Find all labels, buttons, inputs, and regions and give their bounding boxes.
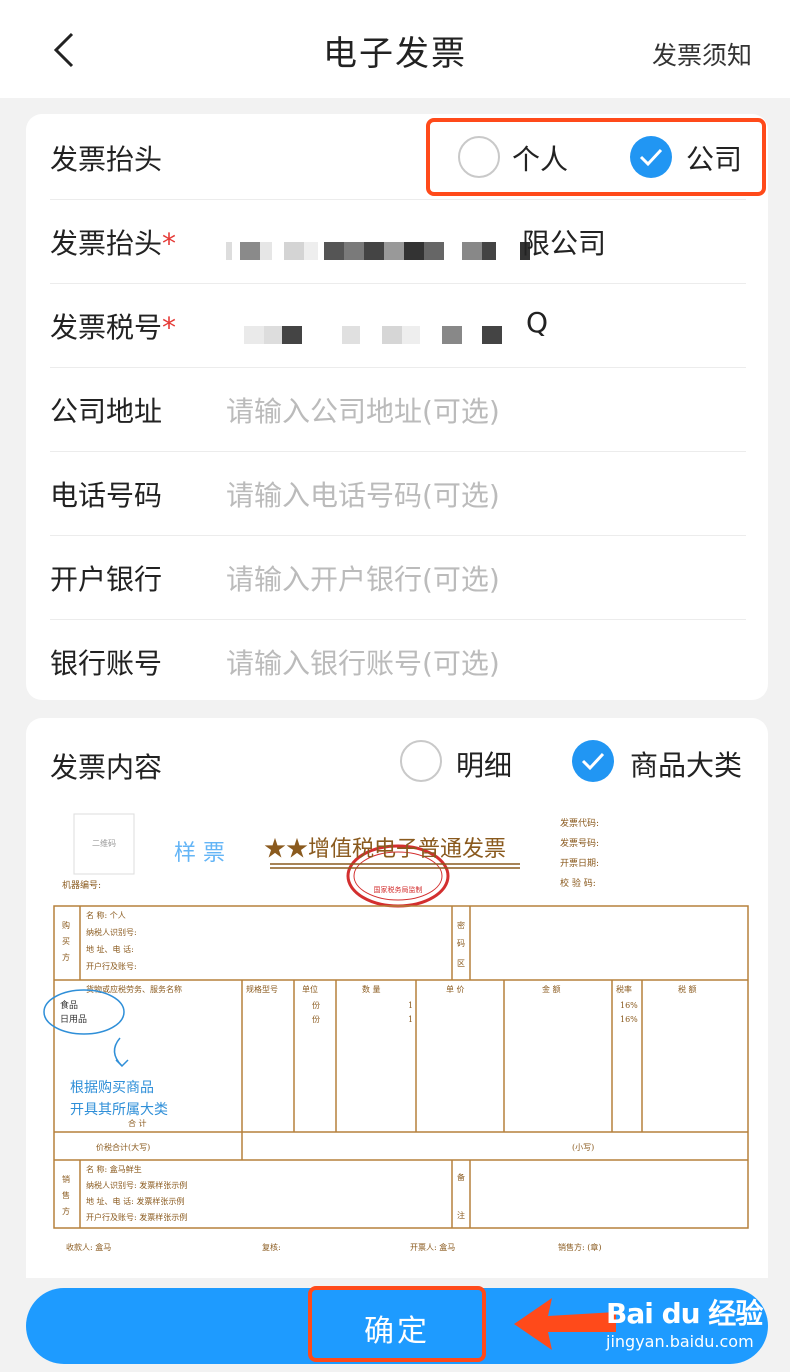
invoice-title: ★★增值税电子普通发票 <box>264 837 506 862</box>
meta-code: 发票代码: <box>560 817 599 829</box>
account-input[interactable]: 请输入银行账号(可选) <box>226 642 500 682</box>
seller-field-bank: 开户行及账号: 发票样张示例 <box>86 1212 187 1222</box>
radio-category[interactable] <box>572 740 614 782</box>
seller-side-1: 销 <box>62 1174 70 1184</box>
red-arrow-icon <box>514 1298 616 1350</box>
small-label: (小写) <box>572 1143 594 1152</box>
item1-unit: 份 <box>312 1000 320 1010</box>
item2-unit: 份 <box>312 1014 320 1024</box>
phone-input[interactable]: 请输入电话号码(可选) <box>226 474 500 514</box>
svg-text:码: 码 <box>457 939 465 948</box>
tax-number-label: 发票税号* <box>50 311 177 344</box>
svg-text:注: 注 <box>457 1210 465 1220</box>
svg-text:方: 方 <box>62 1206 70 1216</box>
buyer-side-1: 购 <box>62 920 70 930</box>
seal-text: 国家税务局监制 <box>374 885 423 894</box>
svg-text:买: 买 <box>62 937 70 946</box>
item2-qty: 1 <box>408 1015 413 1024</box>
company-name-masked <box>226 226 530 260</box>
seller-field-tax: 纳税人识别号: 发票样张示例 <box>86 1180 187 1190</box>
address-label: 公司地址 <box>50 395 163 428</box>
qr-label: 二维码 <box>92 838 116 848</box>
annotation-line1: 根据购买商品 <box>70 1080 154 1096</box>
bank-label: 开户银行 <box>50 563 163 596</box>
col-amount: 金 额 <box>542 984 561 994</box>
sample-stamp: 样 票 <box>174 841 225 866</box>
tax-number-value: Q <box>526 306 549 339</box>
invoice-content-card: 发票内容 明细 商品大类 二维码 样 票 国家税务局监制 ★★增值税电子普通发票… <box>26 718 768 1278</box>
item2-rate: 16% <box>620 1015 638 1024</box>
col-rate: 税率 <box>616 984 632 994</box>
seller-field-name: 名 称: 盒马鲜生 <box>86 1164 142 1174</box>
nav-header: 电子发票 发票须知 <box>0 0 790 98</box>
total-label: 合 计 <box>128 1118 147 1128</box>
svg-text:备: 备 <box>457 1172 465 1182</box>
tax-total-label: 价税合计(大写) <box>96 1142 150 1152</box>
item1-name: 食品 <box>60 999 78 1011</box>
radio-category-label[interactable]: 商品大类 <box>630 744 742 784</box>
account-label: 银行账号 <box>50 647 163 680</box>
highlight-box-title-type <box>426 118 766 196</box>
svg-text:售: 售 <box>62 1190 70 1200</box>
radio-detail-label[interactable]: 明细 <box>456 744 512 784</box>
bank-input[interactable]: 请输入开户银行(可选) <box>226 558 500 598</box>
svg-text:密: 密 <box>457 920 465 930</box>
footer-issuer: 开票人: 盒马 <box>410 1242 455 1252</box>
highlight-box-confirm <box>308 1286 486 1362</box>
radio-detail[interactable] <box>400 740 442 782</box>
svg-text:区: 区 <box>457 959 465 968</box>
buyer-field-bank: 开户行及账号: <box>86 961 137 971</box>
company-name-row[interactable]: 发票抬头* 限公司 <box>50 200 746 284</box>
address-row[interactable]: 公司地址 请输入公司地址(可选) <box>50 368 746 452</box>
buyer-field-tax: 纳税人识别号: <box>86 927 137 937</box>
meta-check: 校 验 码: <box>560 877 596 889</box>
account-row[interactable]: 银行账号 请输入银行账号(可选) <box>50 620 746 704</box>
item1-qty: 1 <box>408 1001 413 1010</box>
watermark-main: Bai du 经验 <box>606 1297 763 1330</box>
footer-payee: 收款人: 盒马 <box>66 1242 111 1252</box>
tax-number-row[interactable]: 发票税号* Q <box>50 284 746 368</box>
col-tax: 税 额 <box>678 984 697 994</box>
tax-number-masked <box>244 310 524 344</box>
buyer-field-addr: 地 址、电 话: <box>86 944 134 954</box>
annotation-line2: 开具其所属大类 <box>70 1102 168 1118</box>
meta-date: 开票日期: <box>560 858 599 869</box>
machine-no: 机器编号: <box>62 879 101 891</box>
col-unit: 单位 <box>302 984 318 994</box>
meta-number: 发票号码: <box>560 837 599 849</box>
invoice-info-card: 发票抬头 个人 公司 发票抬头* 限公司 发票税号* Q 公司地址 请输入公司地… <box>26 114 768 700</box>
col-price: 单 价 <box>446 984 465 994</box>
sample-invoice-image: 二维码 样 票 国家税务局监制 ★★增值税电子普通发票 发票代码: 发票号码: … <box>40 804 752 1274</box>
address-input[interactable]: 请输入公司地址(可选) <box>226 390 500 430</box>
col-qty: 数 量 <box>362 984 381 994</box>
content-label: 发票内容 <box>50 751 163 784</box>
title-type-label: 发票抬头 <box>50 143 163 176</box>
bank-row[interactable]: 开户银行 请输入开户银行(可选) <box>50 536 746 620</box>
phone-row[interactable]: 电话号码 请输入电话号码(可选) <box>50 452 746 536</box>
seller-field-addr: 地 址、电 话: 发票样张示例 <box>86 1196 184 1206</box>
company-name-label: 发票抬头* <box>50 227 177 260</box>
svg-text:方: 方 <box>62 952 70 962</box>
item-circle <box>43 989 125 1035</box>
item1-rate: 16% <box>620 1001 638 1010</box>
watermark-sub: jingyan.baidu.com <box>606 1332 754 1351</box>
phone-label: 电话号码 <box>50 479 163 512</box>
col-spec: 规格型号 <box>246 984 278 994</box>
footer-review: 复核: <box>262 1242 281 1252</box>
invoice-drawing: 二维码 样 票 国家税务局监制 ★★增值税电子普通发票 发票代码: 发票号码: … <box>43 813 749 1252</box>
check-icon <box>581 752 605 771</box>
item2-name: 日用品 <box>60 1014 87 1025</box>
footer-seller: 销售方: (章) <box>558 1242 601 1252</box>
invoice-notice-link[interactable]: 发票须知 <box>652 36 752 72</box>
baidu-watermark: Bai du 经验 jingyan.baidu.com <box>606 1284 766 1366</box>
buyer-field-name: 名 称: 个人 <box>86 910 126 920</box>
company-name-value: 限公司 <box>522 227 607 260</box>
